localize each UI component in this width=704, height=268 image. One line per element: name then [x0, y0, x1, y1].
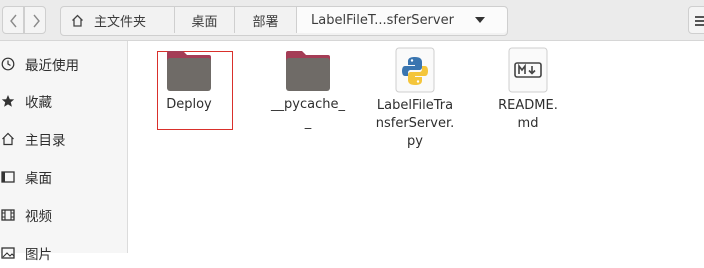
sidebar-item-label: 收藏 [25, 95, 52, 111]
menu-icon-line [695, 20, 704, 22]
file-name: Deploy [166, 97, 212, 112]
sidebar-item-desktop[interactable]: 桌面 [0, 162, 127, 192]
breadcrumb-deploy[interactable]: 部署 [235, 7, 297, 33]
sidebar-item-label: 视频 [25, 209, 52, 225]
file-name: README.md [498, 98, 558, 131]
file-item[interactable]: __pycache__ [268, 49, 348, 132]
breadcrumb-current-label: LabelFileT...sferServer [311, 12, 454, 28]
clock-icon [1, 57, 15, 71]
chevron-right-icon [33, 14, 40, 28]
menu-icon-line [695, 24, 704, 26]
caret-down-icon [475, 16, 485, 23]
file-item[interactable]: Deploy [149, 49, 229, 114]
desktop-icon [1, 170, 15, 184]
image-icon [1, 246, 15, 260]
sidebar-item-label: 主目录 [25, 133, 66, 149]
breadcrumb-desktop[interactable]: 桌面 [175, 7, 235, 33]
header-bar: 主文件夹 桌面 部署 LabelFileT...sferServer [0, 0, 704, 41]
menu-icon-line [695, 16, 704, 18]
breadcrumb-desktop-label: 桌面 [191, 14, 218, 30]
sidebar-item-label: 最近使用 [25, 58, 79, 74]
folder-icon [286, 51, 330, 91]
chevron-left-icon [10, 14, 17, 28]
breadcrumb-deploy-label: 部署 [252, 14, 279, 30]
home-icon [72, 14, 83, 27]
breadcrumb-home-label: 主文件夹 [94, 14, 147, 30]
back-button[interactable] [2, 6, 24, 34]
sidebar-item-label: 桌面 [25, 171, 52, 187]
sidebar-item-home[interactable]: 主目录 [0, 124, 127, 154]
folder-icon [167, 51, 211, 91]
file-name: LabelFileTransferServer.py [375, 98, 455, 149]
sidebar-item-pictures[interactable]: 图片 [0, 238, 127, 268]
sidebar-item-starred[interactable]: 收藏 [0, 86, 127, 116]
markdown-file-icon [508, 47, 548, 93]
forward-button[interactable] [24, 6, 46, 34]
breadcrumb: 主文件夹 桌面 部署 LabelFileT...sferServer [60, 6, 508, 36]
file-name: __pycache__ [271, 97, 345, 130]
menu-button[interactable] [688, 6, 704, 34]
sidebar-item-label: 图片 [25, 247, 52, 263]
sidebar-item-recent[interactable]: 最近使用 [0, 49, 127, 79]
home-icon [1, 132, 15, 146]
breadcrumb-current[interactable]: LabelFileT...sferServer [297, 7, 507, 33]
python-file-icon [395, 47, 435, 93]
film-icon [1, 208, 15, 222]
breadcrumb-home[interactable]: 主文件夹 [61, 7, 175, 33]
file-item[interactable]: LabelFileTransferServer.py [375, 47, 455, 151]
star-icon [1, 94, 15, 108]
sidebar-item-videos[interactable]: 视频 [0, 200, 127, 230]
file-item[interactable]: README.md [488, 47, 568, 133]
sidebar: 最近使用 收藏 主目录 桌面 视频 图片 [0, 41, 128, 263]
